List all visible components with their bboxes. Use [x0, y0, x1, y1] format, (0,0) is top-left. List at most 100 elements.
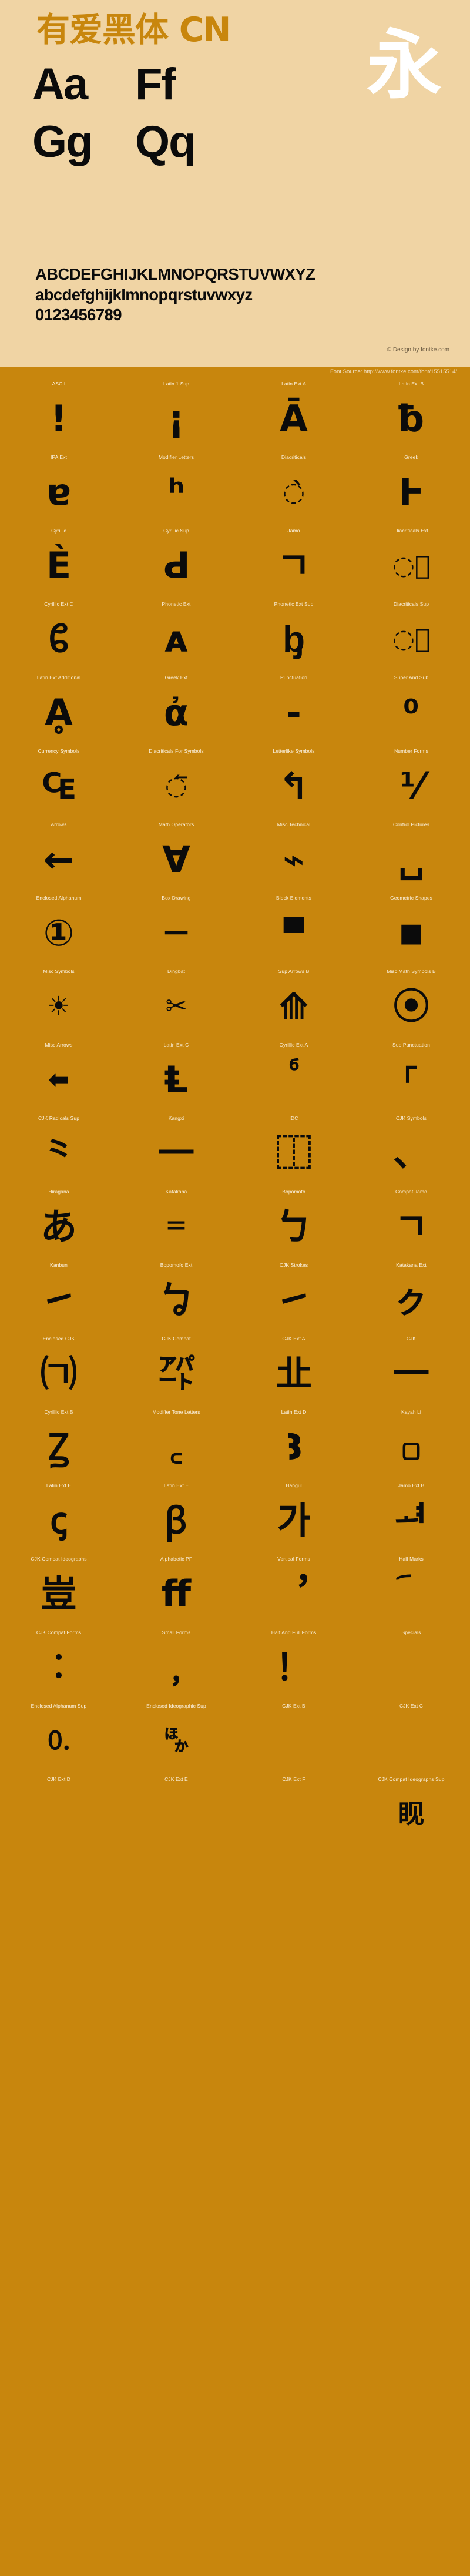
unicode-block-cell[interactable]: Bopomofo ㄅ — [235, 1185, 352, 1259]
unicode-block-cell[interactable]: Latin Ext Additional Ḁ — [0, 671, 118, 744]
unicode-block-cell[interactable]: Half And Full Forms ！ — [235, 1626, 352, 1699]
unicode-block-cell[interactable]: Cyrillic Ext C ᲀ — [0, 598, 118, 671]
unicode-block-cell[interactable]: Kayah Li ꤀ — [352, 1406, 470, 1479]
unicode-block-cell[interactable]: Latin Ext E ꞔ — [0, 1479, 118, 1552]
unicode-block-cell[interactable]: Diacriticals For Symbols ◌⃐ — [118, 744, 235, 818]
unicode-block-cell[interactable]: IDC ⿰ — [235, 1112, 352, 1185]
unicode-block-cell[interactable]: Greek Ͱ — [352, 451, 470, 524]
unicode-block-cell[interactable]: Phonetic Ext ᴀ — [118, 598, 235, 671]
unicode-block-cell[interactable]: Misc Arrows ⬅ — [0, 1038, 118, 1112]
font-title: 有爱黑体 CN — [36, 13, 230, 48]
unicode-block-cell[interactable]: Vertical Forms ︐ — [235, 1552, 352, 1626]
unicode-block-cell[interactable]: Enclosed Ideographic Sup 🈀 — [118, 1699, 235, 1773]
unicode-block-cell[interactable]: Kangxi ⼀ — [118, 1112, 235, 1185]
unicode-block-sample-glyph: ← — [0, 827, 118, 891]
unicode-block-label: Sup Punctuation — [392, 1038, 430, 1048]
unicode-block-cell[interactable]: Sup Arrows B ⟰ — [235, 965, 352, 1038]
unicode-block-cell[interactable]: Katakana ゠ — [118, 1185, 235, 1259]
unicode-block-cell[interactable]: Dingbat ✂ — [118, 965, 235, 1038]
unicode-block-cell[interactable]: Diacriticals Sup ◌ᷧ — [352, 598, 470, 671]
unicode-block-cell[interactable]: CJK Compat Forms ︰ — [0, 1626, 118, 1699]
unicode-block-cell[interactable]: CJK Symbols 、 — [352, 1112, 470, 1185]
unicode-block-row: CJK Compat Forms ︰ Small Forms ﹐ Half And Fu… — [0, 1626, 470, 1699]
unicode-block-cell[interactable]: Cyrillic Sup Ԁ — [118, 524, 235, 598]
unicode-block-cell[interactable]: Geometric Shapes ■ — [352, 891, 470, 965]
unicode-block-cell[interactable]: Hangul 가 — [235, 1479, 352, 1552]
digits-row: 0123456789 — [35, 305, 441, 326]
specimen-header: 有爱黑体 CN Aa Ff Gg Qq 永 ABCDEFGHIJKLMNOPQR… — [0, 0, 470, 367]
unicode-block-cell[interactable]: Cyrillic Ѐ — [0, 524, 118, 598]
unicode-block-cell[interactable]: CJK Ext D 𫝀 — [0, 1773, 118, 1846]
unicode-block-cell[interactable]: Latin Ext E ꞵ — [118, 1479, 235, 1552]
unicode-block-sample-glyph: ︐ — [235, 1562, 352, 1626]
unicode-block-cell[interactable]: Enclosed CJK ㈀ — [0, 1332, 118, 1406]
unicode-block-cell[interactable]: Control Pictures ␣ — [352, 818, 470, 891]
unicode-block-cell[interactable]: CJK Ext E 𫠠 — [118, 1773, 235, 1846]
unicode-block-row: Kanbun ㇀ Bopomofo Ext ㆠ CJK Strokes ㇀ Katakana… — [0, 1259, 470, 1332]
unicode-block-label: CJK Compat Ideographs — [31, 1552, 86, 1562]
unicode-block-cell[interactable]: Katakana Ext ㇰ — [352, 1259, 470, 1332]
unicode-block-label: Kayah Li — [401, 1406, 421, 1415]
unicode-block-cell[interactable]: Greek Ext ἀ — [118, 671, 235, 744]
unicode-block-label: Katakana — [166, 1185, 187, 1195]
unicode-block-cell[interactable]: CJK Ext B 𠀀 — [235, 1699, 352, 1773]
unicode-block-cell[interactable]: IPA Ext ɐ — [0, 451, 118, 524]
unicode-block-cell[interactable]: CJK Ext F 𬺰 — [235, 1773, 352, 1846]
unicode-block-cell[interactable]: CJK Radicals Sup ⺀ — [0, 1112, 118, 1185]
unicode-block-cell[interactable]: CJK Ext C 𪜀 — [352, 1699, 470, 1773]
unicode-block-cell[interactable]: Compat Jamo ㄱ — [352, 1185, 470, 1259]
unicode-block-cell[interactable]: Latin Ext B ƀ — [352, 377, 470, 451]
unicode-block-label: Block Elements — [276, 891, 311, 901]
unicode-block-cell[interactable]: CJK Compat Ideographs 豈 — [0, 1552, 118, 1626]
unicode-block-cell[interactable]: Math Operators ∀ — [118, 818, 235, 891]
unicode-block-cell[interactable]: Latin Ext A Ā — [235, 377, 352, 451]
unicode-block-cell[interactable]: Hiragana あ — [0, 1185, 118, 1259]
unicode-block-cell[interactable]: Bopomofo Ext ㆠ — [118, 1259, 235, 1332]
unicode-block-cell[interactable]: Box Drawing ─ — [118, 891, 235, 965]
unicode-block-cell[interactable]: Punctuation ‐ — [235, 671, 352, 744]
unicode-block-cell[interactable]: Sup Punctuation ⸀ — [352, 1038, 470, 1112]
unicode-block-cell[interactable]: CJK Ext A 㐀 — [235, 1332, 352, 1406]
unicode-block-cell[interactable]: Number Forms ⅟ — [352, 744, 470, 818]
unicode-block-cell[interactable]: CJK Strokes ㇀ — [235, 1259, 352, 1332]
unicode-block-cell[interactable]: Latin Ext D Ꜣ — [235, 1406, 352, 1479]
unicode-block-cell[interactable]: Kanbun ㇀ — [0, 1259, 118, 1332]
unicode-block-cell[interactable]: Jamo ㄱ — [235, 524, 352, 598]
unicode-block-sample-glyph: ▀ — [235, 901, 352, 965]
unicode-block-cell[interactable]: Small Forms ﹐ — [118, 1626, 235, 1699]
unicode-block-cell[interactable]: Diacriticals Ext ◌ᷘ — [352, 524, 470, 598]
unicode-block-cell[interactable]: Super And Sub ⁰ — [352, 671, 470, 744]
unicode-block-cell[interactable]: Modifier Tone Letters ꜀ — [118, 1406, 235, 1479]
unicode-block-cell[interactable]: Block Elements ▀ — [235, 891, 352, 965]
font-source-link[interactable]: Font Source: http://www.fontke.com/font/… — [330, 368, 457, 375]
unicode-block-cell[interactable]: ASCII! — [0, 377, 118, 451]
unicode-block-cell[interactable]: Misc Math Symbols B ⦿ — [352, 965, 470, 1038]
unicode-block-cell[interactable]: Half Marks︠ — [352, 1552, 470, 1626]
unicode-block-cell[interactable]: Misc Symbols ☀ — [0, 965, 118, 1038]
unicode-block-sample-glyph: ㌀ — [118, 1341, 235, 1406]
unicode-block-cell[interactable]: Jamo Ext B ힰ — [352, 1479, 470, 1552]
unicode-block-cell[interactable]: Misc Technical ⌁ — [235, 818, 352, 891]
unicode-block-cell[interactable]: Cyrillic Ext B Ꙁ — [0, 1406, 118, 1479]
unicode-block-cell[interactable]: Modifier Letters ʰ — [118, 451, 235, 524]
unicode-block-cell[interactable]: Letterlike Symbols ↰ — [235, 744, 352, 818]
unicode-block-cell[interactable]: CJK Compat Ideographs Sup 𪾢 — [352, 1773, 470, 1846]
unicode-block-label: Specials — [402, 1626, 421, 1635]
unicode-block-cell[interactable]: CJK Compat ㌀ — [118, 1332, 235, 1406]
unicode-block-cell[interactable]: Latin 1 Sup ¡ — [118, 377, 235, 451]
unicode-block-cell[interactable]: CJK 一 — [352, 1332, 470, 1406]
unicode-block-sample-glyph: 𠀀 — [235, 1709, 352, 1773]
unicode-block-cell[interactable]: Arrows ← — [0, 818, 118, 891]
unicode-block-label: Cyrillic Ext C — [44, 598, 73, 607]
letter-pair-gg: Gg — [32, 116, 135, 167]
unicode-block-cell[interactable]: Latin Ext C Ⱡ — [118, 1038, 235, 1112]
unicode-block-cell[interactable]: Alphabetic PF ﬀ — [118, 1552, 235, 1626]
unicode-block-sample-glyph: ☀ — [0, 974, 118, 1038]
unicode-block-cell[interactable]: Diacriticals ◌̀ — [235, 451, 352, 524]
unicode-block-cell[interactable]: Specials￼ — [352, 1626, 470, 1699]
unicode-block-cell[interactable]: Enclosed Alphanum Sup 🄀 — [0, 1699, 118, 1773]
unicode-block-cell[interactable]: Cyrillic Ext Aⷠ — [235, 1038, 352, 1112]
unicode-block-cell[interactable]: Currency Symbols ₠ — [0, 744, 118, 818]
unicode-block-cell[interactable]: Phonetic Ext Sup ᶀ — [235, 598, 352, 671]
unicode-block-cell[interactable]: Enclosed Alphanum ① — [0, 891, 118, 965]
